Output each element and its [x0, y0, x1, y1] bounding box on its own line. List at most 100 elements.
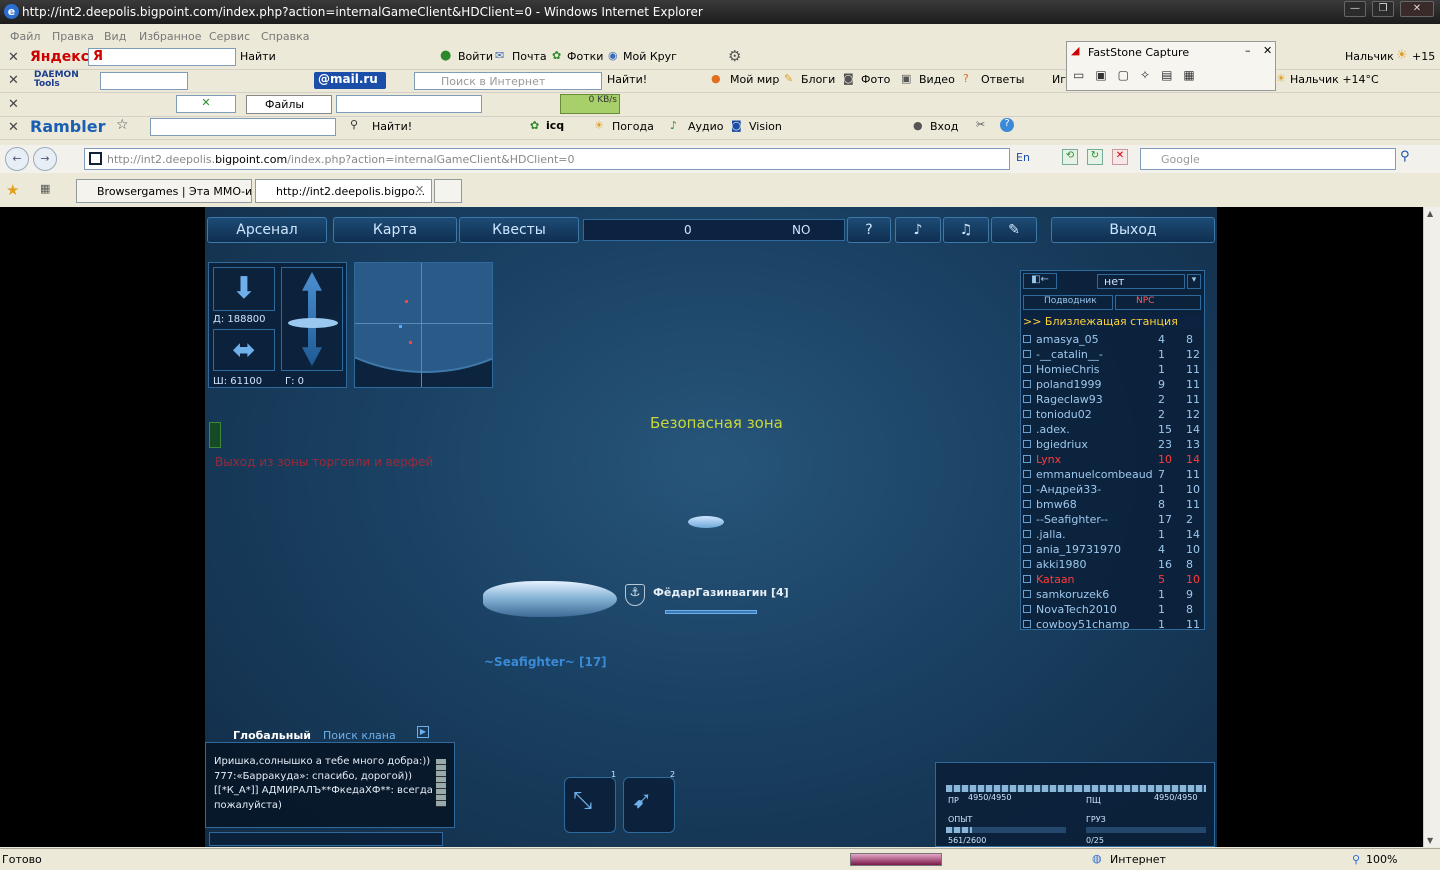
minimize-button[interactable]: —: [1344, 1, 1366, 17]
rambler-logo[interactable]: Rambler: [30, 117, 105, 136]
tab-browsergames[interactable]: Browsergames | Эта ММО-и...: [76, 179, 252, 203]
menu-tools[interactable]: Сервис: [209, 30, 250, 43]
back-button[interactable]: ←: [5, 147, 29, 171]
video-button[interactable]: Видео: [919, 73, 955, 86]
faststone-minimize[interactable]: –: [1245, 44, 1251, 57]
yandex-search-input[interactable]: Я: [88, 48, 236, 66]
favorites-star-icon[interactable]: ★: [6, 181, 19, 199]
user-list-row[interactable]: toniodu02 2 12: [1021, 407, 1204, 422]
user-list-row[interactable]: -Андрей33- 1 10: [1021, 482, 1204, 497]
vertical-slider[interactable]: [281, 267, 343, 371]
user-list-row[interactable]: Rageclaw93 2 11: [1021, 392, 1204, 407]
faststone-close[interactable]: ✕: [1263, 44, 1272, 57]
user-list-row[interactable]: --Seafighter-- 17 2: [1021, 512, 1204, 527]
misc-search-input[interactable]: [336, 95, 482, 113]
yandex-mail-button[interactable]: Почта: [512, 50, 547, 63]
forward-button[interactable]: →: [33, 147, 57, 171]
menu-view[interactable]: Вид: [104, 30, 126, 43]
tab-close-icon[interactable]: ✕: [415, 183, 424, 196]
exit-button[interactable]: Выход: [1051, 217, 1215, 243]
refresh-icon[interactable]: ↻: [1087, 149, 1103, 165]
compat-view-icon[interactable]: ⟲: [1062, 149, 1078, 165]
settings-icon[interactable]: ✎: [991, 217, 1037, 243]
answers-button[interactable]: Ответы: [981, 73, 1024, 86]
close-toolbar-icon[interactable]: ✕: [8, 97, 19, 112]
yandex-photos-button[interactable]: Фотки: [567, 50, 603, 63]
tools-icon[interactable]: ✂: [976, 118, 985, 131]
map-button[interactable]: Карта: [333, 217, 457, 243]
stop-icon[interactable]: ✕: [1112, 149, 1128, 165]
game-client[interactable]: Арсенал Карта Квесты 0 NO ? ♪ ♫ ✎ Выход …: [205, 207, 1217, 847]
dive-down-button[interactable]: ⬇: [213, 267, 275, 311]
rambler-login-button[interactable]: Вход: [930, 120, 958, 133]
tab-npc[interactable]: NPC: [1115, 295, 1201, 310]
chat-tab-clan-search[interactable]: Поиск клана: [315, 726, 415, 742]
user-list-row[interactable]: -__catalin__- 1 12: [1021, 347, 1204, 362]
minimap[interactable]: [354, 262, 493, 388]
close-toolbar-icon[interactable]: ✕: [8, 50, 19, 65]
chat-input[interactable]: [209, 832, 443, 846]
daemon-search-input[interactable]: [100, 72, 188, 90]
user-list-row[interactable]: emmanuelcombeaud 7 11: [1021, 467, 1204, 482]
icq-button[interactable]: icq: [546, 119, 564, 132]
weapon-slot-2[interactable]: ➹ 2: [623, 770, 675, 833]
arsenal-button[interactable]: Арсенал: [207, 217, 327, 243]
address-input[interactable]: http://int2.deepolis.bigpoint.com/index.…: [84, 148, 1010, 170]
maximize-button[interactable]: ❐: [1372, 1, 1394, 17]
menu-help[interactable]: Справка: [261, 30, 309, 43]
back-list-icon[interactable]: ◧←: [1023, 273, 1057, 289]
quests-button[interactable]: Квесты: [459, 217, 579, 243]
user-list-row[interactable]: HomieChris 1 11: [1021, 362, 1204, 377]
yandex-find-button[interactable]: Найти: [240, 50, 276, 63]
page-scrollbar[interactable]: ▲ ▼: [1423, 207, 1440, 847]
user-list-row[interactable]: akki1980 16 8: [1021, 557, 1204, 572]
user-list-row[interactable]: cowboy51champ 1 11: [1021, 617, 1204, 632]
close-window-button[interactable]: ✕: [1400, 1, 1434, 17]
games-button[interactable]: Иг: [1052, 73, 1066, 86]
rambler-search-input[interactable]: [150, 118, 336, 136]
help-icon[interactable]: ?: [1000, 118, 1014, 132]
rambler-find-button[interactable]: Найти!: [372, 120, 412, 133]
user-list-row[interactable]: .jalla. 1 14: [1021, 527, 1204, 542]
menu-file[interactable]: Файл: [10, 30, 40, 43]
user-list-row[interactable]: samkoruzek6 1 9: [1021, 587, 1204, 602]
myworld-button[interactable]: Мой мир: [730, 73, 779, 86]
user-list-row[interactable]: .adex. 15 14: [1021, 422, 1204, 437]
chat-next-tab-icon[interactable]: ▶: [417, 726, 429, 738]
weather-button[interactable]: Погода: [612, 120, 654, 133]
user-list-row[interactable]: poland1999 9 11: [1021, 377, 1204, 392]
sound-icon[interactable]: ♪: [895, 217, 941, 243]
photo-button[interactable]: Фото: [861, 73, 890, 86]
yandex-logo[interactable]: Яндекс: [30, 49, 89, 65]
tab-submarines[interactable]: Подводник: [1023, 295, 1113, 310]
horizontal-move-button[interactable]: ⬌: [213, 329, 275, 371]
music-icon[interactable]: ♫: [943, 217, 989, 243]
search-input[interactable]: Google: [1140, 148, 1396, 170]
close-toolbar-icon[interactable]: ✕: [8, 120, 19, 135]
yandex-circle-button[interactable]: Мой Круг: [623, 50, 677, 63]
user-list-row[interactable]: ania_19731970 4 10: [1021, 542, 1204, 557]
mailru-find-button[interactable]: Найти!: [607, 73, 647, 86]
search-icon[interactable]: ⚲: [1400, 149, 1410, 164]
new-tab-button[interactable]: [434, 179, 462, 203]
addon-field[interactable]: ✕: [176, 95, 236, 113]
yandex-login-button[interactable]: Войти: [458, 50, 493, 63]
user-list-row[interactable]: bgiedriux 23 13: [1021, 437, 1204, 452]
npc-drone[interactable]: [688, 516, 724, 528]
user-list-row[interactable]: NovaTech2010 1 8: [1021, 602, 1204, 617]
weather-city[interactable]: Нальчик: [1345, 50, 1394, 63]
faststone-tools[interactable]: ▭▣▢✧▤▦: [1073, 68, 1269, 86]
audio-button[interactable]: Аудио: [688, 120, 724, 133]
menu-edit[interactable]: Правка: [52, 30, 94, 43]
menu-favorites[interactable]: Избранное: [139, 30, 201, 43]
chat-tab-global[interactable]: Глобальный: [225, 726, 311, 742]
language-indicator[interactable]: En: [1016, 151, 1030, 164]
chat-scrollbar[interactable]: [436, 759, 446, 807]
player-submarine[interactable]: [483, 581, 617, 617]
mailru-logo[interactable]: @mail.ru: [314, 72, 386, 89]
security-zone[interactable]: Интернет: [1110, 853, 1166, 866]
gear-icon[interactable]: ⚙: [728, 47, 741, 65]
files-dropdown[interactable]: Файлы: [246, 95, 332, 114]
blogs-button[interactable]: Блоги: [801, 73, 835, 86]
vision-button[interactable]: Vision: [749, 120, 782, 133]
